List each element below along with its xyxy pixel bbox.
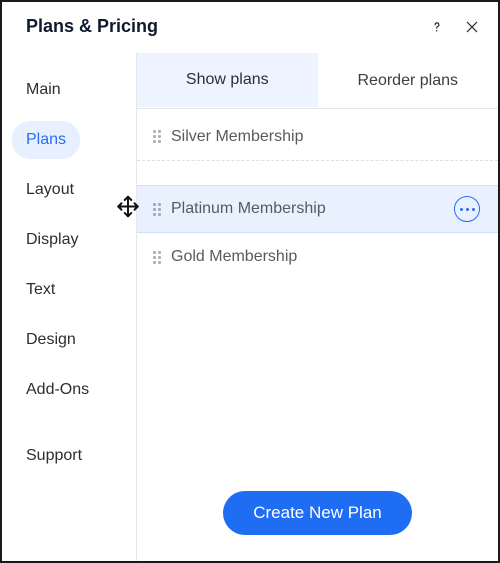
sidebar-item-layout[interactable]: Layout	[12, 171, 88, 209]
sidebar-item-plans[interactable]: Plans	[12, 121, 80, 159]
help-icon[interactable]	[428, 18, 446, 36]
panel-body: Main Plans Layout Display Text Design Ad…	[2, 53, 498, 561]
header-actions	[428, 18, 480, 36]
sidebar-item-addons[interactable]: Add-Ons	[12, 371, 103, 409]
plan-row[interactable]: Gold Membership	[137, 233, 498, 281]
settings-panel: Plans & Pricing Main Plans Layout Displa…	[0, 0, 500, 563]
more-options-icon[interactable]	[454, 196, 480, 222]
drag-handle-icon[interactable]	[153, 130, 161, 143]
plan-row[interactable]: Silver Membership	[137, 113, 498, 161]
plan-row[interactable]: Platinum Membership	[137, 185, 498, 233]
close-icon[interactable]	[464, 19, 480, 35]
tab-bar: Show plans Reorder plans	[137, 53, 498, 109]
panel-header: Plans & Pricing	[2, 2, 498, 53]
panel-title: Plans & Pricing	[26, 16, 428, 37]
sidebar-item-display[interactable]: Display	[12, 221, 92, 259]
plan-label: Silver Membership	[171, 128, 480, 146]
plan-label: Gold Membership	[171, 248, 480, 266]
plan-label: Platinum Membership	[171, 200, 444, 218]
content-area: Show plans Reorder plans Silver Membersh…	[136, 53, 498, 561]
plan-list: Silver Membership Platinum Membership	[137, 109, 498, 477]
tab-reorder-plans[interactable]: Reorder plans	[318, 53, 499, 108]
footer: Create New Plan	[137, 477, 498, 561]
drag-handle-icon[interactable]	[153, 203, 161, 216]
sidebar-item-design[interactable]: Design	[12, 321, 90, 359]
sidebar-item-text[interactable]: Text	[12, 271, 69, 309]
drag-handle-icon[interactable]	[153, 251, 161, 264]
tab-show-plans[interactable]: Show plans	[137, 53, 318, 108]
sidebar-item-main[interactable]: Main	[12, 71, 75, 109]
sidebar-item-support[interactable]: Support	[12, 437, 96, 475]
sidebar: Main Plans Layout Display Text Design Ad…	[2, 53, 136, 561]
sidebar-divider	[12, 421, 136, 437]
create-new-plan-button[interactable]: Create New Plan	[223, 491, 412, 535]
